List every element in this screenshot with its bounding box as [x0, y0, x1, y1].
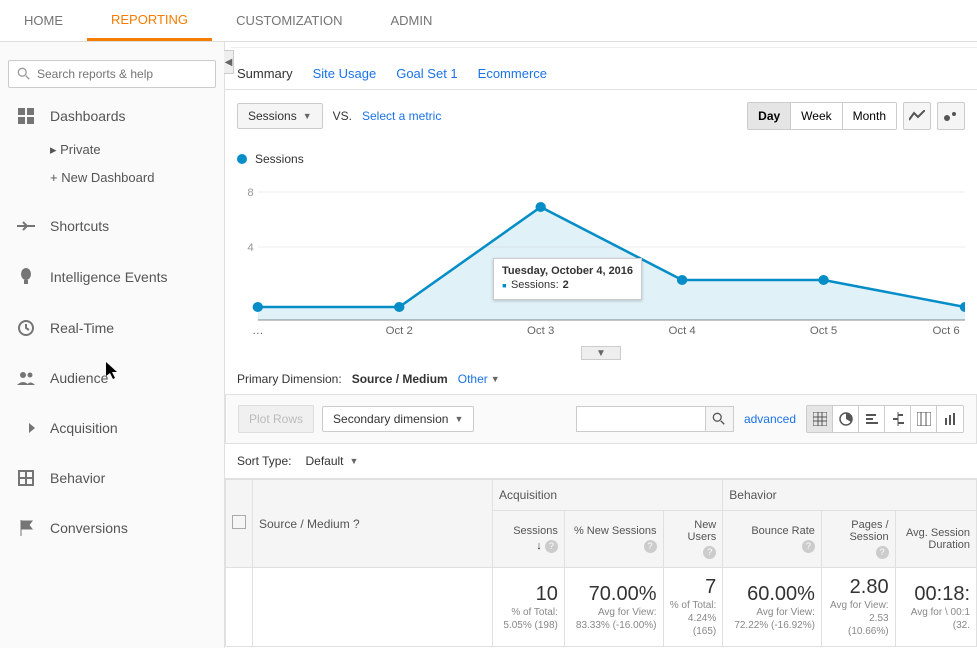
sidebar-dashboards[interactable]: Dashboards — [0, 96, 224, 136]
shortcuts-icon — [14, 220, 38, 232]
sidebar-conversions[interactable]: Conversions — [0, 508, 224, 548]
select-metric-link[interactable]: Select a metric — [362, 109, 441, 123]
dashboards-icon — [14, 108, 38, 124]
svg-text:…: … — [252, 325, 263, 337]
nav-customization[interactable]: CUSTOMIZATION — [212, 0, 366, 41]
sidebar-label: Conversions — [50, 520, 128, 536]
legend-label: Sessions — [255, 152, 304, 166]
people-icon — [14, 371, 38, 385]
sort-type-dropdown[interactable]: Default▼ — [299, 452, 364, 470]
sidebar-shortcuts[interactable]: Shortcuts — [0, 206, 224, 246]
plot-rows-button: Plot Rows — [238, 405, 314, 433]
primary-dimension-value[interactable]: Source / Medium — [352, 372, 448, 386]
svg-text:Oct 4: Oct 4 — [668, 325, 695, 337]
th-duration[interactable]: Avg. Session Duration — [895, 511, 976, 568]
th-behavior: Behavior — [723, 480, 977, 511]
th-sessions[interactable]: Sessions↓ ? — [493, 511, 565, 568]
graph-type-motion[interactable] — [937, 102, 965, 130]
sidebar-audience[interactable]: Audience — [0, 358, 224, 398]
view-table-icon[interactable] — [807, 406, 833, 432]
view-performance-icon[interactable] — [859, 406, 885, 432]
bulb-icon — [14, 268, 38, 286]
chart-legend: Sessions — [237, 152, 965, 166]
tab-site-usage[interactable]: Site Usage — [313, 66, 377, 81]
sidebar-label: Behavior — [50, 470, 105, 486]
line-chart[interactable]: 8 4 … Oct 2 Oct 3 Oct 4 Oct 5 Oct 6 — [237, 172, 965, 342]
search-icon — [712, 412, 726, 426]
sidebar-label: Shortcuts — [50, 218, 109, 234]
search-icon — [17, 67, 31, 81]
chart-tooltip: Tuesday, October 4, 2016 ▪Sessions: 2 — [493, 258, 642, 300]
table-search-input[interactable] — [576, 406, 706, 432]
time-grain-segmented: Day Week Month — [747, 102, 897, 130]
sidebar-intelligence[interactable]: Intelligence Events — [0, 256, 224, 298]
th-bounce[interactable]: Bounce Rate? — [723, 511, 822, 568]
arrow-icon — [14, 420, 38, 436]
grain-day[interactable]: Day — [748, 103, 791, 129]
table-search-button[interactable] — [706, 406, 734, 432]
sidebar-label: Audience — [50, 370, 108, 386]
sidebar-label: Intelligence Events — [50, 269, 168, 285]
nav-admin[interactable]: ADMIN — [366, 0, 456, 41]
flag-icon — [14, 520, 38, 536]
data-table: Source / Medium ? Acquisition Behavior S… — [225, 479, 977, 647]
th-pages[interactable]: Pages / Session? — [821, 511, 895, 568]
svg-text:Oct 6: Oct 6 — [932, 325, 959, 337]
sidebar-new-dashboard[interactable]: + New Dashboard — [0, 164, 224, 192]
th-acquisition: Acquisition — [493, 480, 723, 511]
grain-week[interactable]: Week — [791, 103, 842, 129]
sidebar-label: Dashboards — [50, 108, 126, 124]
summary-row: 10% of Total: 5.05% (198) 70.00%Avg for … — [226, 568, 977, 647]
select-all-checkbox[interactable] — [232, 515, 246, 529]
sidebar-label: Acquisition — [50, 420, 118, 436]
search-input-wrap[interactable] — [8, 60, 216, 88]
metric1-dropdown[interactable]: Sessions▼ — [237, 103, 323, 129]
legend-dot-icon — [237, 154, 247, 164]
clock-icon — [14, 320, 38, 336]
sidebar-label: Real-Time — [50, 320, 114, 336]
view-comparison-icon[interactable] — [885, 406, 911, 432]
sidebar-collapse-handle[interactable]: ◀ — [224, 50, 234, 74]
tab-ecommerce[interactable]: Ecommerce — [478, 66, 547, 81]
sidebar-behavior[interactable]: Behavior — [0, 458, 224, 498]
grain-month[interactable]: Month — [843, 103, 896, 129]
sort-type-label: Sort Type: — [237, 454, 291, 468]
primary-dimension-label: Primary Dimension: — [237, 372, 342, 386]
secondary-dimension-dropdown[interactable]: Secondary dimension▼ — [322, 406, 474, 432]
tab-summary[interactable]: Summary — [237, 66, 293, 81]
view-pivot-icon[interactable] — [937, 406, 963, 432]
sidebar-private[interactable]: ▸ Private — [0, 136, 224, 164]
nav-home[interactable]: HOME — [0, 0, 87, 41]
tab-goal-set[interactable]: Goal Set 1 — [396, 66, 457, 81]
svg-text:Oct 5: Oct 5 — [810, 325, 837, 337]
svg-text:Oct 2: Oct 2 — [386, 325, 413, 337]
grid-icon — [14, 470, 38, 486]
help-icon[interactable]: ? — [353, 517, 360, 531]
th-pct-new[interactable]: % New Sessions? — [564, 511, 663, 568]
search-input[interactable] — [37, 67, 207, 81]
sidebar-acquisition[interactable]: Acquisition — [0, 408, 224, 448]
view-cloud-icon[interactable] — [911, 406, 937, 432]
chart-expand-handle[interactable]: ▼ — [581, 346, 621, 360]
nav-reporting[interactable]: REPORTING — [87, 0, 212, 41]
advanced-link[interactable]: advanced — [744, 412, 796, 426]
th-new-users[interactable]: New Users? — [663, 511, 723, 568]
vs-label: VS. — [333, 109, 352, 123]
svg-text:8: 8 — [247, 187, 253, 199]
sidebar-realtime[interactable]: Real-Time — [0, 308, 224, 348]
dimension-other[interactable]: Other ▼ — [458, 372, 500, 386]
view-pie-icon[interactable] — [833, 406, 859, 432]
graph-type-line[interactable] — [903, 102, 931, 130]
svg-text:Oct 3: Oct 3 — [527, 325, 554, 337]
svg-text:4: 4 — [247, 242, 253, 254]
